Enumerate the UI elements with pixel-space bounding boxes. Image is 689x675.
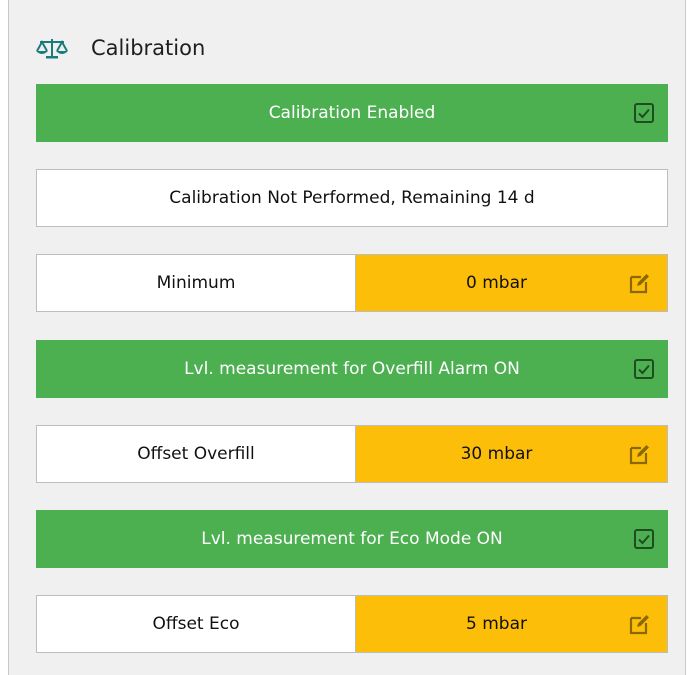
minimum-value-field[interactable]: 0 mbar [356, 255, 667, 311]
minimum-row: Minimum 0 mbar [36, 254, 668, 312]
offset-eco-value-field[interactable]: 5 mbar [356, 596, 667, 652]
checkbox-checked-icon[interactable] [634, 529, 654, 549]
offset-eco-label: Offset Eco [37, 596, 356, 652]
calibration-status-text: Calibration Not Performed, Remaining 14 … [169, 188, 535, 208]
checkbox-checked-icon[interactable] [634, 359, 654, 379]
checkbox-checked-icon[interactable] [634, 103, 654, 123]
panel-title: Calibration [91, 36, 206, 60]
calibration-status: Calibration Not Performed, Remaining 14 … [36, 169, 668, 227]
overfill-alarm-toggle[interactable]: Lvl. measurement for Overfill Alarm ON [36, 340, 668, 398]
offset-overfill-row: Offset Overfill 30 mbar [36, 425, 668, 483]
overfill-alarm-label: Lvl. measurement for Overfill Alarm ON [184, 359, 520, 379]
edit-icon[interactable] [629, 443, 651, 465]
calibration-panel: Calibration Calibration Enabled Calibrat… [8, 0, 686, 675]
edit-icon[interactable] [629, 272, 651, 294]
minimum-value: 0 mbar [466, 273, 527, 293]
offset-eco-value: 5 mbar [466, 614, 527, 634]
calibration-enabled-toggle[interactable]: Calibration Enabled [36, 84, 668, 142]
offset-overfill-value: 30 mbar [460, 444, 533, 464]
minimum-label: Minimum [37, 255, 356, 311]
panel-header: Calibration [35, 30, 205, 66]
calibration-enabled-label: Calibration Enabled [268, 103, 436, 123]
eco-mode-toggle[interactable]: Lvl. measurement for Eco Mode ON [36, 510, 668, 568]
offset-eco-row: Offset Eco 5 mbar [36, 595, 668, 653]
offset-overfill-value-field[interactable]: 30 mbar [356, 426, 667, 482]
edit-icon[interactable] [629, 613, 651, 635]
balance-scale-icon [35, 36, 71, 60]
offset-overfill-label: Offset Overfill [37, 426, 356, 482]
eco-mode-label: Lvl. measurement for Eco Mode ON [201, 529, 503, 549]
